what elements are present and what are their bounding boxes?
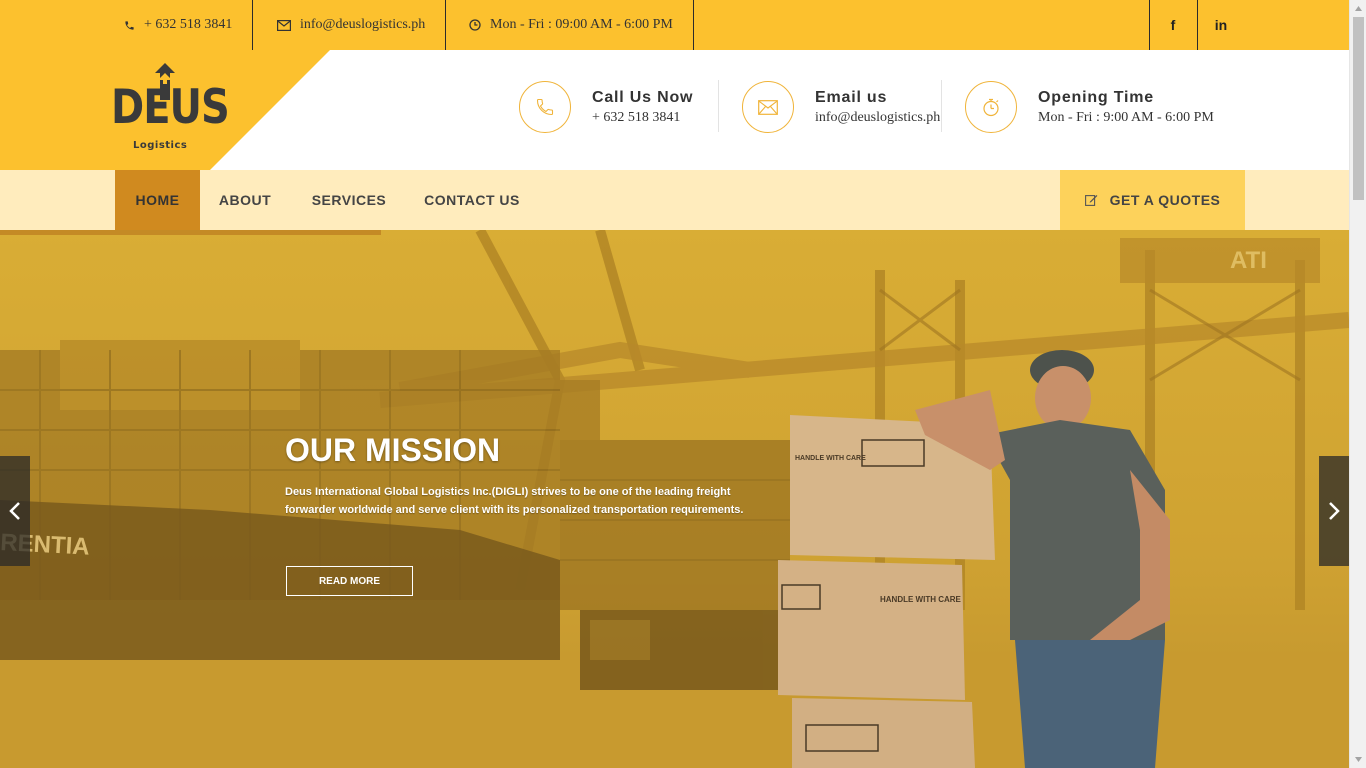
header-email[interactable]: Email us info@deuslogistics.ph [742, 81, 940, 133]
phone-icon [124, 20, 135, 31]
topbar-hours-text: Mon - Fri : 09:00 AM - 6:00 PM [490, 17, 673, 32]
logo-text: DEUS [111, 80, 230, 135]
logo-subtitle: Logistics [133, 140, 188, 151]
clock-icon [469, 19, 481, 31]
call-value: + 632 518 3841 [592, 109, 681, 125]
opening-title: Opening Time [1038, 88, 1154, 106]
slider-prev-button[interactable] [0, 456, 30, 566]
chevron-right-icon [1329, 502, 1340, 520]
divider [693, 0, 694, 50]
read-more-button[interactable]: READ MORE [286, 566, 413, 596]
hero-title: OUR MISSION [285, 432, 501, 468]
email-value: info@deuslogistics.ph [815, 109, 941, 125]
envelope-icon [277, 19, 291, 31]
chevron-left-icon [9, 502, 20, 520]
edit-icon [1084, 194, 1098, 206]
nav-home[interactable]: HOME [115, 170, 200, 230]
topbar-email[interactable]: info@deuslogistics.ph [277, 0, 425, 50]
box-label: HANDLE WITH CARE [795, 455, 866, 462]
divider [252, 0, 253, 50]
top-bar: + 632 518 3841 info@deuslogistics.ph Mon… [0, 0, 1349, 50]
scroll-up-icon[interactable] [1350, 0, 1366, 17]
linkedin-icon[interactable]: in [1197, 0, 1245, 50]
call-title: Call Us Now [592, 88, 694, 106]
opening-value: Mon - Fri : 9:00 AM - 6:00 PM [1038, 109, 1214, 125]
linkedin-label: in [1214, 17, 1228, 33]
topbar-phone[interactable]: + 632 518 3841 [124, 0, 232, 50]
scroll-down-icon[interactable] [1350, 751, 1366, 768]
divider [718, 80, 719, 132]
facebook-label: f [1170, 17, 1176, 33]
topbar-hours: Mon - Fri : 09:00 AM - 6:00 PM [469, 0, 673, 50]
slider-next-button[interactable] [1319, 456, 1349, 566]
get-quotes-button[interactable]: GET A QUOTES [1060, 170, 1245, 230]
crane-text: ATI [1230, 247, 1267, 274]
phone-icon [519, 81, 571, 133]
nav-services[interactable]: SERVICES [290, 170, 408, 230]
get-quotes-label: GET A QUOTES [1109, 192, 1221, 208]
email-title: Email us [815, 88, 888, 106]
nav-about[interactable]: ABOUT [200, 170, 290, 230]
facebook-icon[interactable]: f [1149, 0, 1197, 50]
divider [941, 80, 942, 132]
topbar-email-text: info@deuslogistics.ph [300, 17, 426, 32]
hero-description: Deus International Global Logistics Inc.… [285, 486, 744, 516]
cardboard-boxes: HANDLE WITH CARE HANDLE WITH CARE [778, 415, 995, 768]
box-label: HANDLE WITH CARE [880, 595, 962, 604]
header-opening: Opening Time Mon - Fri : 9:00 AM - 6:00 … [965, 81, 1214, 133]
divider [445, 0, 446, 50]
nav-underline [0, 230, 381, 235]
envelope-icon [742, 81, 794, 133]
topbar-phone-text: + 632 518 3841 [144, 17, 233, 32]
scrollbar-thumb[interactable] [1353, 17, 1364, 200]
nav-contact-us[interactable]: CONTACT US [408, 170, 536, 230]
stopwatch-icon [965, 81, 1017, 133]
scrollbar[interactable] [1349, 0, 1366, 768]
header-call[interactable]: Call Us Now + 632 518 3841 [519, 81, 693, 133]
